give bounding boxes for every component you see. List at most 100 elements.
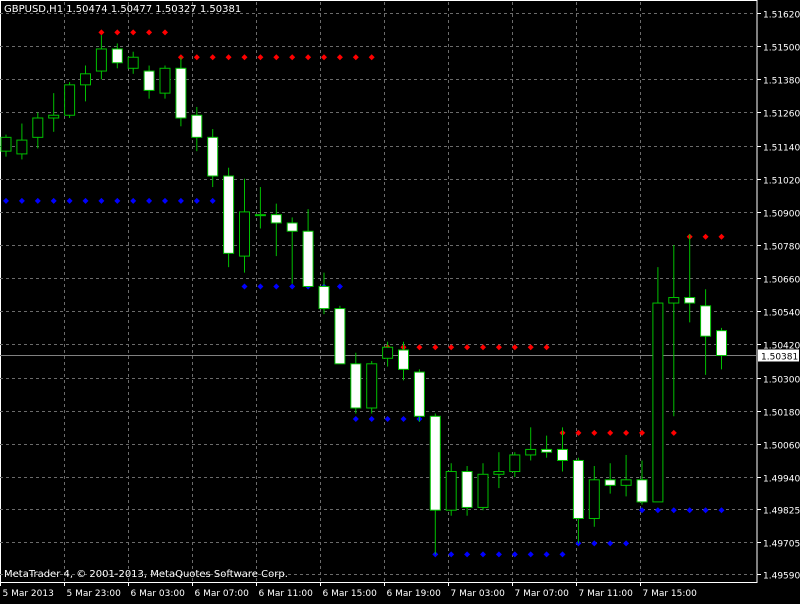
candlestick-chart[interactable]: 1.516201.515001.513801.512601.511401.510… [0, 0, 800, 600]
candle-body [685, 298, 695, 304]
candle [669, 245, 679, 416]
time-tick-label: 7 Mar 07:00 [515, 589, 570, 599]
price-tick-label: 1.50660 [763, 276, 800, 286]
candle-body [96, 49, 106, 71]
support-dot [719, 507, 725, 513]
candle-body [605, 480, 615, 486]
candle [224, 168, 234, 267]
support-dot [3, 198, 9, 204]
support-dot [623, 540, 629, 546]
candle [271, 204, 281, 256]
candle [526, 427, 536, 460]
candle [605, 463, 615, 493]
resistance-dot [591, 430, 597, 436]
price-tick-label: 1.51380 [763, 77, 800, 87]
resistance-dot [321, 54, 327, 60]
candle-body [287, 223, 297, 231]
candle-body [303, 231, 313, 286]
resistance-dot [496, 344, 502, 350]
candle [542, 436, 552, 458]
support-dot [67, 198, 73, 204]
support-dot [35, 198, 41, 204]
price-tick-label: 1.50300 [763, 376, 800, 386]
candle-body [494, 472, 504, 475]
resistance-dot [305, 54, 311, 60]
support-dot [703, 507, 709, 513]
candle [112, 43, 122, 68]
resistance-dot [448, 344, 454, 350]
candle-body [542, 449, 552, 452]
support-dot [544, 551, 550, 557]
candle-body [414, 372, 424, 416]
candle [144, 66, 154, 99]
time-tick-label: 6 Mar 07:00 [195, 589, 250, 599]
candle-body [224, 176, 234, 253]
candle-body [446, 472, 456, 511]
price-tick-label: 1.51260 [763, 110, 800, 120]
candle-body [669, 298, 679, 304]
chart-area[interactable]: 1.516201.515001.513801.512601.511401.510… [0, 0, 800, 600]
price-tick-label: 1.51620 [763, 11, 800, 21]
candle [717, 328, 727, 369]
price-tick-label: 1.50540 [763, 309, 800, 319]
candle-body [144, 71, 154, 90]
candle [701, 289, 711, 375]
resistance-dot [544, 344, 550, 350]
support-dot [671, 507, 677, 513]
candle [637, 460, 647, 504]
candle [494, 452, 504, 488]
candle [208, 129, 218, 187]
resistance-dot [146, 29, 152, 35]
resistance-dot [639, 430, 645, 436]
candle [81, 66, 91, 102]
current-price-label: 1.50381 [761, 353, 798, 363]
candle-body [160, 68, 170, 93]
candle [17, 124, 27, 160]
resistance-dot [432, 344, 438, 350]
time-tick-label: 6 Mar 19:00 [387, 589, 442, 599]
support-dot [655, 507, 661, 513]
candle [335, 306, 345, 364]
support-dot [607, 540, 613, 546]
resistance-dot [480, 344, 486, 350]
support-dot [289, 283, 295, 289]
candle-body [526, 449, 536, 455]
support-dot [687, 507, 693, 513]
candle [573, 458, 583, 544]
candle-body [383, 347, 393, 358]
indicator-dots [3, 29, 725, 557]
copyright-text: MetaTrader 4, © 2001-2013, MetaQuotes So… [4, 569, 288, 580]
resistance-dot [98, 29, 104, 35]
candle-body [510, 455, 520, 472]
resistance-dot [273, 54, 279, 60]
candle [287, 217, 297, 283]
resistance-dot [162, 29, 168, 35]
resistance-dot [623, 430, 629, 436]
candle [65, 82, 75, 118]
candle-body [49, 115, 59, 118]
candle-body [462, 472, 472, 508]
support-dot [337, 283, 343, 289]
resistance-dot [194, 54, 200, 60]
candle-body [128, 57, 138, 68]
support-dot [591, 540, 597, 546]
candle [414, 369, 424, 421]
candle [430, 414, 440, 555]
resistance-dot [607, 430, 613, 436]
candle-body [637, 480, 647, 502]
candle-body [430, 416, 440, 510]
candle [621, 455, 631, 496]
price-tick-label: 1.49705 [763, 540, 800, 550]
candle [240, 179, 250, 273]
candle [478, 463, 488, 510]
support-dot [401, 416, 407, 422]
price-tick-label: 1.49590 [763, 572, 800, 582]
candle-body [351, 364, 361, 408]
candle-body [319, 286, 329, 308]
candle [96, 35, 106, 79]
price-tick-label: 1.50900 [763, 210, 800, 220]
candle-body [176, 68, 186, 118]
support-dot [19, 198, 25, 204]
candle [128, 52, 138, 74]
price-tick-label: 1.49940 [763, 475, 800, 485]
